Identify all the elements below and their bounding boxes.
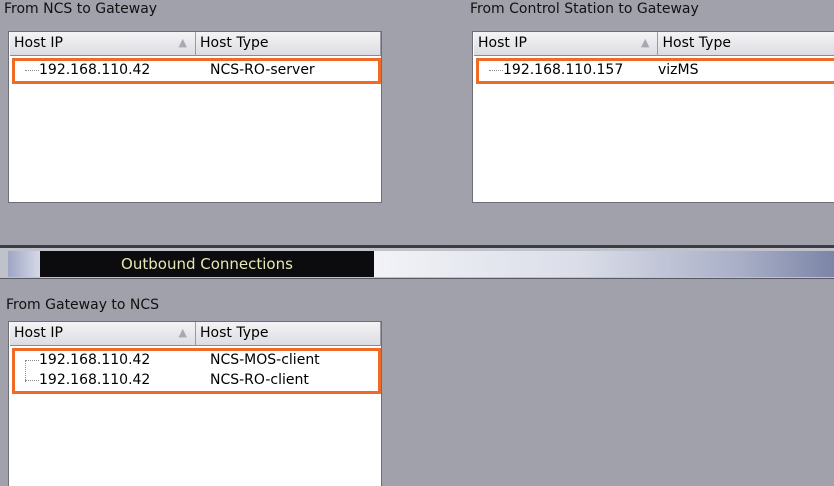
- gateway-to-ncs-header: Host IP ▲ Host Type: [9, 322, 381, 346]
- ncs-to-gateway-rows: 192.168.110.42 NCS-RO-server: [12, 58, 381, 84]
- band-gradient-segment: [374, 251, 834, 277]
- sort-ascending-icon: ▲: [178, 36, 187, 49]
- ncs-to-gateway-title: From NCS to Gateway: [4, 2, 158, 16]
- column-host-type[interactable]: Host Type: [196, 322, 381, 346]
- control-to-gateway-title: From Control Station to Gateway: [470, 2, 699, 16]
- gateway-to-ncs-title: From Gateway to NCS: [6, 297, 160, 313]
- tree-connector-icon: [15, 61, 39, 81]
- sort-ascending-icon: ▲: [641, 36, 650, 49]
- host-type-cell: NCS-RO-client: [210, 372, 309, 388]
- sort-ascending-icon: ▲: [178, 326, 187, 339]
- host-type-cell: NCS-MOS-client: [210, 352, 320, 368]
- table-row[interactable]: 192.168.110.42 NCS-MOS-client: [15, 351, 378, 382]
- gateway-to-ncs-panel: Host IP ▲ Host Type 192.168.110.42 NCS-M…: [8, 321, 382, 486]
- column-host-ip-label: Host IP: [14, 35, 63, 51]
- host-type-cell: NCS-RO-server: [210, 62, 315, 78]
- column-host-type[interactable]: Host Type: [658, 32, 834, 56]
- column-host-type-label: Host Type: [200, 35, 269, 51]
- host-ip-cell: 192.168.110.42: [39, 62, 151, 78]
- column-host-ip[interactable]: Host IP ▲: [9, 322, 196, 346]
- table-row[interactable]: 192.168.110.157 vizMS: [479, 61, 834, 81]
- tree-connector-icon: [479, 61, 503, 81]
- column-host-ip-label: Host IP: [478, 35, 527, 51]
- ncs-to-gateway-header: Host IP ▲ Host Type: [9, 32, 381, 56]
- host-ip-cell: 192.168.110.42: [39, 372, 151, 388]
- control-to-gateway-panel: Host IP ▲ Host Type 192.168.110.157 vizM…: [472, 31, 834, 203]
- host-ip-cell: 192.168.110.42: [39, 352, 151, 368]
- outbound-connections-tab[interactable]: Outbound Connections: [40, 251, 374, 277]
- column-host-type-label: Host Type: [200, 325, 269, 341]
- band-left-segment: [8, 251, 40, 277]
- outbound-connections-bar: Outbound Connections: [0, 245, 834, 279]
- host-type-cell: vizMS: [658, 62, 699, 78]
- column-host-ip[interactable]: Host IP ▲: [473, 32, 659, 56]
- column-host-type[interactable]: Host Type: [196, 32, 381, 56]
- control-to-gateway-header: Host IP ▲ Host Type: [473, 32, 834, 56]
- table-row[interactable]: 192.168.110.42 NCS-RO-client: [15, 371, 378, 391]
- tree-connector-icon: [15, 371, 39, 391]
- control-to-gateway-rows: 192.168.110.157 vizMS: [476, 58, 834, 84]
- tree-connector-icon: [15, 351, 39, 382]
- ncs-to-gateway-panel: Host IP ▲ Host Type 192.168.110.42 NCS-R…: [8, 31, 382, 203]
- gateway-to-ncs-rows: 192.168.110.42 NCS-MOS-client 192.168.11…: [12, 348, 381, 394]
- column-host-ip-label: Host IP: [14, 325, 63, 341]
- column-host-ip[interactable]: Host IP ▲: [9, 32, 196, 56]
- column-host-type-label: Host Type: [662, 35, 731, 51]
- host-ip-cell: 192.168.110.157: [503, 62, 624, 78]
- table-row[interactable]: 192.168.110.42 NCS-RO-server: [15, 61, 378, 81]
